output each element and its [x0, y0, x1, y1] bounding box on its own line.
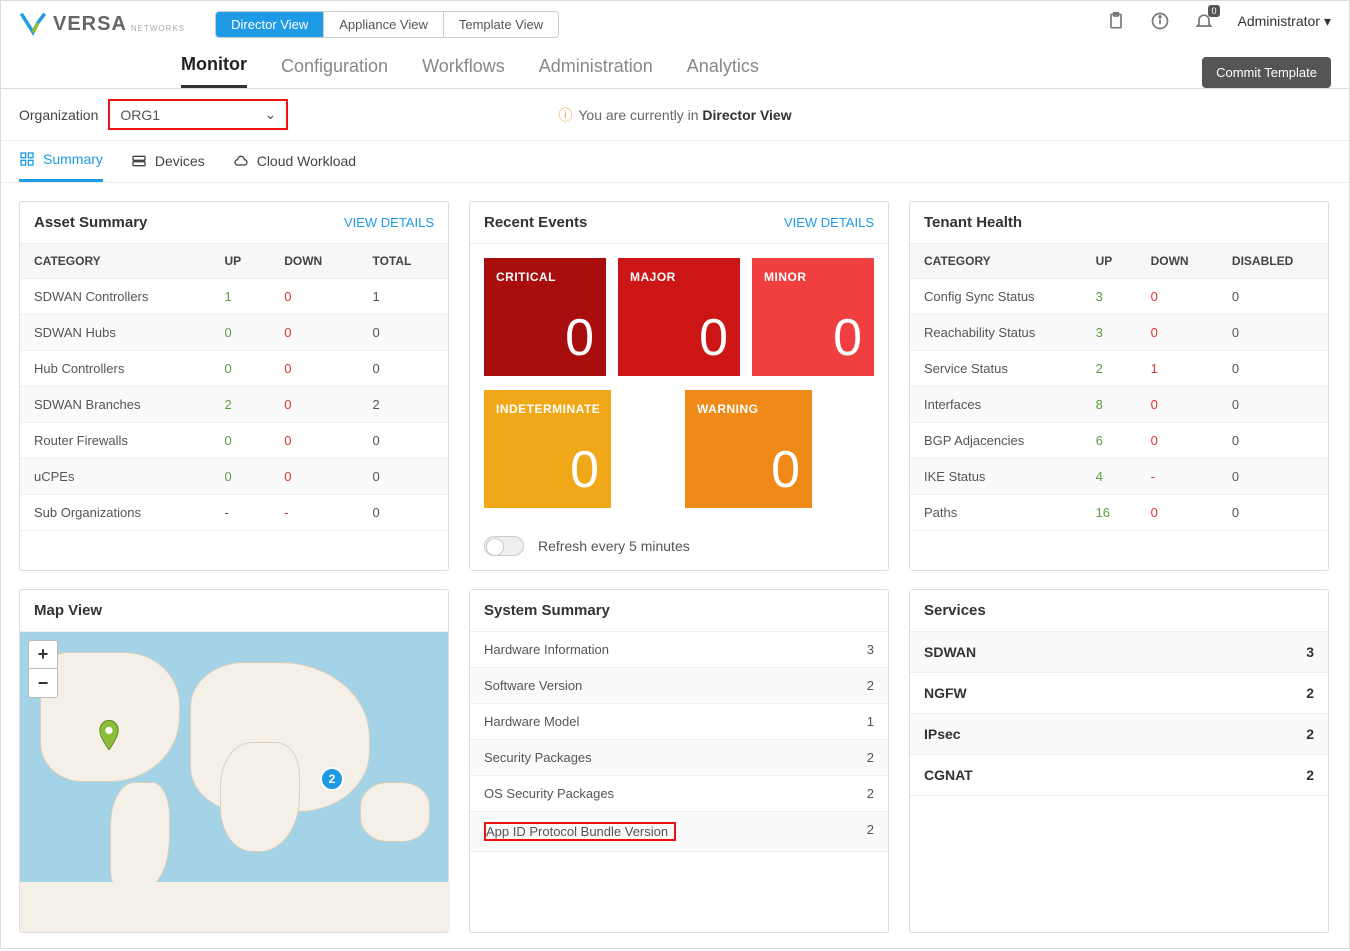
map-canvas[interactable]: + − 2 [20, 632, 448, 932]
card-title: Services [924, 602, 986, 619]
zoom-out-button[interactable]: − [29, 669, 57, 697]
service-row[interactable]: NGFW2 [910, 673, 1328, 714]
table-row[interactable]: BGP Adjacencies600 [910, 423, 1328, 459]
card-title: System Summary [484, 602, 610, 619]
table-row[interactable]: SDWAN Controllers101 [20, 279, 448, 315]
logo: VERSA NETWORKS [19, 9, 185, 40]
system-row[interactable]: App ID Protocol Bundle Version2 [470, 812, 888, 852]
refresh-label: Refresh every 5 minutes [538, 538, 690, 554]
card-tenant-health: Tenant Health CATEGORY UP DOWN DISABLED … [909, 201, 1329, 571]
org-label: Organization [19, 107, 98, 123]
system-row[interactable]: Software Version2 [470, 668, 888, 704]
clipboard-icon[interactable] [1106, 11, 1126, 31]
logo-subtext: NETWORKS [131, 24, 185, 33]
card-recent-events: Recent Events VIEW DETAILS CRITICAL0MAJO… [469, 201, 889, 571]
event-tile-minor[interactable]: MINOR0 [752, 258, 874, 376]
zoom-in-button[interactable]: + [29, 641, 57, 669]
card-services: Services SDWAN3NGFW2IPsec2CGNAT2 [909, 589, 1329, 933]
map-marker-icon[interactable] [98, 720, 120, 753]
table-row[interactable]: Config Sync Status300 [910, 279, 1328, 315]
event-tile-major[interactable]: MAJOR0 [618, 258, 740, 376]
service-row[interactable]: SDWAN3 [910, 632, 1328, 673]
map-cluster-marker[interactable]: 2 [320, 767, 344, 791]
user-menu[interactable]: Administrator▾ [1238, 13, 1332, 30]
table-row[interactable]: Paths1600 [910, 495, 1328, 531]
event-tile-critical[interactable]: CRITICAL0 [484, 258, 606, 376]
bell-icon[interactable]: 0 [1194, 11, 1214, 31]
commit-template-button[interactable]: Commit Template [1202, 57, 1331, 88]
card-title: Asset Summary [34, 214, 147, 231]
table-row[interactable]: uCPEs000 [20, 459, 448, 495]
server-icon [131, 153, 147, 169]
subtab-devices[interactable]: Devices [131, 153, 205, 181]
caret-down-icon: ▾ [1324, 13, 1331, 30]
card-title: Map View [34, 602, 102, 619]
card-asset-summary: Asset Summary VIEW DETAILS CATEGORY UP D… [19, 201, 449, 571]
card-title: Recent Events [484, 214, 587, 231]
service-row[interactable]: CGNAT2 [910, 755, 1328, 796]
refresh-toggle[interactable] [484, 536, 524, 556]
service-row[interactable]: IPsec2 [910, 714, 1328, 755]
bell-badge: 0 [1208, 5, 1219, 17]
tenant-table: CATEGORY UP DOWN DISABLED Config Sync St… [910, 244, 1328, 531]
system-row[interactable]: Hardware Information3 [470, 632, 888, 668]
map-zoom-control: + − [28, 640, 58, 698]
card-map-view: Map View + − 2 [19, 589, 449, 933]
table-row[interactable]: Service Status210 [910, 351, 1328, 387]
table-row[interactable]: Interfaces800 [910, 387, 1328, 423]
system-row[interactable]: OS Security Packages2 [470, 776, 888, 812]
card-title: Tenant Health [924, 214, 1022, 231]
view-details-link[interactable]: VIEW DETAILS [784, 215, 874, 230]
tab-analytics[interactable]: Analytics [687, 56, 759, 87]
subtab-cloud-workload[interactable]: Cloud Workload [233, 153, 356, 181]
event-tile-warning[interactable]: WARNING0 [685, 390, 812, 508]
view-tab-appliance[interactable]: Appliance View [324, 12, 444, 37]
view-tab-director[interactable]: Director View [216, 12, 324, 37]
card-system-summary: System Summary Hardware Information3Soft… [469, 589, 889, 933]
org-select-value: ORG1 [120, 107, 160, 123]
director-view-notice: ⓘ You are currently in Director View [558, 105, 791, 125]
event-tile-indeterminate[interactable]: INDETERMINATE0 [484, 390, 611, 508]
table-row[interactable]: SDWAN Branches202 [20, 387, 448, 423]
tab-configuration[interactable]: Configuration [281, 56, 388, 87]
table-row[interactable]: Router Firewalls000 [20, 423, 448, 459]
tab-administration[interactable]: Administration [539, 56, 653, 87]
asset-table: CATEGORY UP DOWN TOTAL SDWAN Controllers… [20, 244, 448, 531]
view-tabs: Director View Appliance View Template Vi… [215, 11, 559, 38]
info-icon[interactable] [1150, 11, 1170, 31]
table-row[interactable]: Reachability Status300 [910, 315, 1328, 351]
table-row[interactable]: Sub Organizations--0 [20, 495, 448, 531]
info-small-icon: ⓘ [558, 105, 572, 125]
view-tab-template[interactable]: Template View [444, 12, 558, 37]
tab-workflows[interactable]: Workflows [422, 56, 505, 87]
subtab-summary[interactable]: Summary [19, 151, 103, 182]
logo-icon [19, 9, 47, 40]
view-details-link[interactable]: VIEW DETAILS [344, 215, 434, 230]
cloud-icon [233, 153, 249, 169]
highlighted-label: App ID Protocol Bundle Version [484, 822, 676, 841]
system-row[interactable]: Security Packages2 [470, 740, 888, 776]
logo-text: VERSA [53, 13, 127, 36]
org-select[interactable]: ORG1 ⌄ [108, 99, 288, 130]
table-row[interactable]: IKE Status4-0 [910, 459, 1328, 495]
table-row[interactable]: SDWAN Hubs000 [20, 315, 448, 351]
table-row[interactable]: Hub Controllers000 [20, 351, 448, 387]
system-row[interactable]: Hardware Model1 [470, 704, 888, 740]
grid-icon [19, 151, 35, 167]
tab-monitor[interactable]: Monitor [181, 54, 247, 88]
chevron-down-icon: ⌄ [265, 106, 277, 123]
